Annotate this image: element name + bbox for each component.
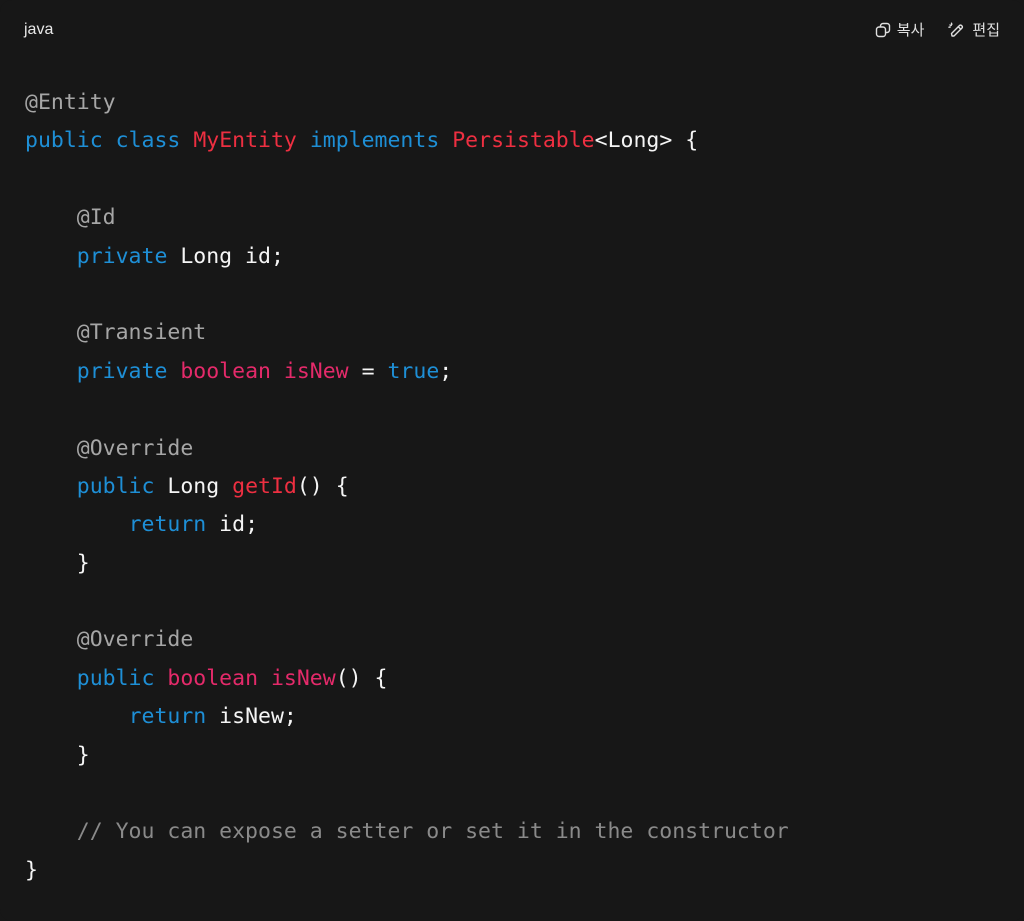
keyword-token: private (76, 358, 168, 384)
function-token: getId (232, 473, 297, 499)
keyword-token: true (387, 358, 440, 384)
copy-icon (875, 22, 891, 38)
plain-token: } (25, 857, 38, 883)
plain-token: Long id; (167, 243, 284, 269)
plain-token: isNew; (206, 704, 297, 730)
primitive-token: boolean (180, 358, 271, 384)
plain-token: () { (296, 473, 349, 499)
code-line: return id; (25, 506, 789, 544)
code-line: } (25, 852, 789, 890)
code-line: public boolean isNew() { (25, 660, 789, 698)
plain-token: } (25, 550, 90, 576)
code-line: @Entity (25, 84, 789, 122)
code-line: // You can expose a setter or set it in … (25, 813, 789, 851)
primitive-token: isNew (270, 665, 336, 691)
annotation-token: @Override (76, 435, 194, 461)
keyword-token: implements (309, 128, 440, 154)
plain-token: () { (335, 665, 388, 691)
plain-token: = (348, 358, 388, 384)
code-content: @Entity public class MyEntity implements … (25, 84, 789, 890)
edit-pencil-icon (948, 22, 966, 38)
primitive-token: isNew (283, 358, 349, 384)
keyword-token: public (76, 473, 155, 499)
code-line: @Override (25, 430, 789, 468)
plain-token: ; (439, 358, 453, 384)
annotation-token: @Entity (25, 90, 116, 115)
code-line: @Id (25, 199, 789, 237)
code-block: java 복사 편집 @Entity public class MyEntity… (0, 0, 1024, 921)
code-line: private Long id; (25, 238, 789, 276)
code-line: return isNew; (25, 698, 789, 736)
annotation-token: @Override (76, 627, 194, 653)
code-line: @Override (25, 621, 789, 659)
keyword-token: return (128, 704, 207, 730)
primitive-token: boolean (167, 665, 259, 691)
annotation-token: @Transient (76, 320, 207, 346)
keyword-token: class (115, 128, 181, 154)
code-line: @Transient (25, 314, 789, 352)
type-token: MyEntity (193, 128, 297, 154)
plain-token: } (25, 742, 90, 768)
code-line: } (25, 737, 789, 775)
plain-token: id; (206, 512, 259, 538)
keyword-token: public (25, 128, 103, 154)
copy-button-label: 복사 (896, 21, 925, 39)
edit-button[interactable]: 편집 (948, 18, 1000, 42)
copy-button[interactable]: 복사 (875, 18, 925, 42)
keyword-token: return (128, 512, 207, 538)
code-actions: 복사 편집 (875, 18, 1000, 42)
comment-token: // You can expose a setter or set it in … (76, 819, 789, 845)
annotation-token: @Id (76, 205, 116, 231)
code-line: public Long getId() { (25, 468, 789, 506)
plain-token: Long (154, 473, 233, 499)
code-block-header: java 복사 편집 (0, 0, 1024, 62)
plain-token: <Long> { (594, 128, 699, 154)
code-line: } (25, 545, 789, 583)
code-line: private boolean isNew = true; (25, 353, 789, 391)
language-label: java (24, 21, 54, 38)
code-line: public class MyEntity implements Persist… (25, 122, 789, 160)
type-token: Persistable (452, 128, 595, 154)
edit-button-label: 편집 (972, 21, 1000, 39)
keyword-token: public (76, 665, 155, 691)
keyword-token: private (76, 243, 168, 269)
